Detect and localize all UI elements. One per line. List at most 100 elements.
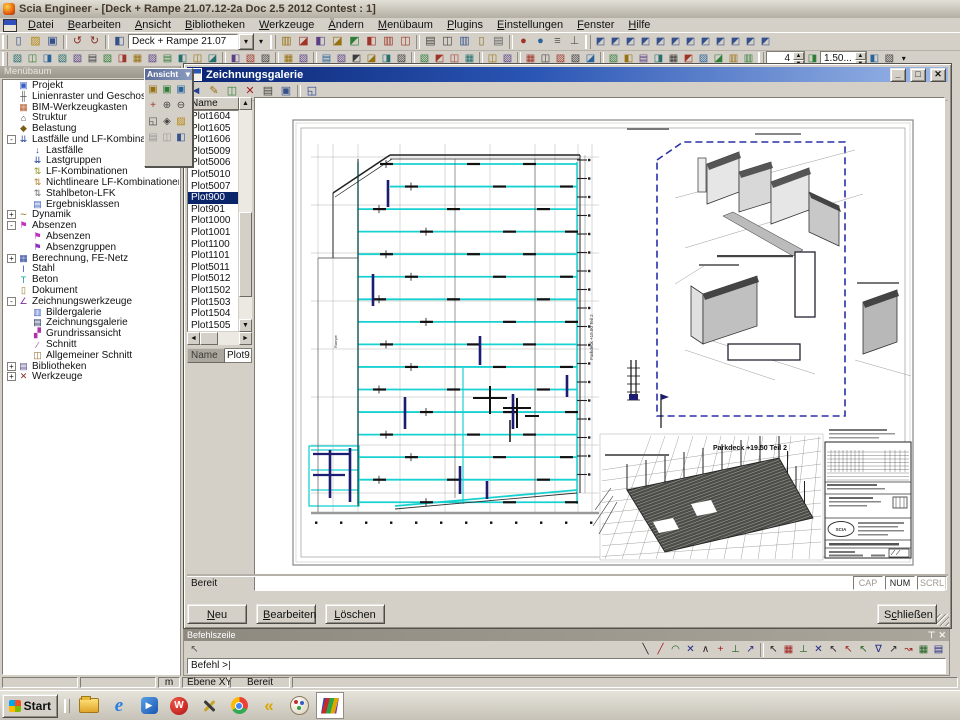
select-props-icon[interactable]: ▨ [145, 52, 160, 65]
save-icon[interactable]: ▣ [44, 34, 61, 49]
tree-item-nichtlineare-lf-kombinationen[interactable]: ⇅Nichtlineare LF-Kombinationen [3, 177, 179, 188]
snap-tangent-icon[interactable]: ⊥ [728, 643, 743, 656]
neu-button[interactable]: Neu [187, 604, 247, 624]
plot-list-vscrollbar[interactable]: ▲ ▼ [239, 97, 252, 332]
table-snap-icon[interactable]: ▤ [931, 643, 946, 656]
expand-icon[interactable]: + [7, 372, 16, 381]
select-intersect-icon[interactable]: ◨ [115, 52, 130, 65]
chrome-icon[interactable] [226, 693, 252, 718]
plot-list-item[interactable]: Plot1504 [188, 308, 238, 320]
plot-list-header[interactable]: Name [187, 97, 239, 110]
fit-2-icon[interactable]: ◩ [608, 35, 623, 48]
copy-picture-icon[interactable]: ◪ [329, 34, 346, 49]
menu-bearbeiten[interactable]: Bearbeiten [61, 18, 128, 32]
find-icon[interactable]: ● [532, 34, 549, 49]
zoom-all-icon[interactable]: ◈ [160, 113, 174, 129]
tree-item-berechnung-fe-netz[interactable]: +▦Berechnung, FE-Netz [3, 253, 179, 264]
tree-item-stahl[interactable]: IStahl [3, 264, 179, 275]
zoom-window-icon[interactable]: ◱ [146, 113, 160, 129]
snap-line-2-icon[interactable]: ↖ [841, 643, 856, 656]
command-titlebar[interactable]: Befehlszeile ⊤✕ [184, 629, 949, 641]
project-window-icon[interactable]: ◧ [111, 34, 128, 49]
plot-list-item[interactable]: Plot1503 [188, 297, 238, 309]
ansicht-palette-titlebar[interactable]: Ansicht▾ [145, 69, 192, 80]
open-view-icon[interactable]: ▨ [174, 113, 188, 129]
pin-icon[interactable]: ⊤ [928, 630, 936, 641]
fit-8-icon[interactable]: ◩ [698, 35, 713, 48]
plot-list-item[interactable]: Plot901 [188, 204, 238, 216]
axes-icon[interactable]: ≡ [549, 34, 566, 49]
fit-12-icon[interactable]: ◩ [758, 35, 773, 48]
dot-grid-icon[interactable]: ▦ [916, 643, 931, 656]
plot-list-item[interactable]: Plot1100 [188, 239, 238, 251]
plot-list-item[interactable]: Plot1604 [188, 111, 238, 123]
vscroll-thumb[interactable] [239, 212, 252, 297]
fit-11-icon[interactable]: ◩ [743, 35, 758, 48]
bearbeiten-button[interactable]: Bearbeiten [256, 604, 316, 624]
combo-dropdown-icon[interactable]: ▾ [238, 33, 254, 50]
menu-fenster[interactable]: Fenster [570, 18, 621, 32]
scroll-up-icon[interactable]: ▲ [239, 97, 252, 110]
plot-list-item[interactable]: Plot1505 [188, 320, 238, 332]
new-icon[interactable]: ▯ [10, 34, 27, 49]
plot-list-item[interactable]: Plot5009 [188, 146, 238, 158]
grid-snap-icon[interactable]: ▦ [781, 643, 796, 656]
zoom-in-icon[interactable]: ⊕ [160, 97, 174, 113]
snap-midpoint-icon[interactable]: ╱ [653, 643, 668, 656]
quick-arrows-icon[interactable]: « [256, 693, 282, 718]
fit-4-icon[interactable]: ◩ [638, 35, 653, 48]
close-window-button[interactable]: ✕ [930, 68, 946, 82]
collapse-icon[interactable]: - [7, 297, 16, 306]
tree-item-schnitt[interactable]: ∕Schnitt [3, 339, 179, 350]
menu-ndern[interactable]: Ändern [321, 18, 370, 32]
select-zone-icon[interactable]: ▤ [160, 52, 175, 65]
tree-item-absenzgruppen[interactable]: ⚑Absenzgruppen [3, 242, 179, 253]
select-filter-icon[interactable]: ▤ [85, 52, 100, 65]
command-input[interactable]: Befehl > [187, 658, 946, 674]
fit-3-icon[interactable]: ◩ [623, 35, 638, 48]
select-poly-icon[interactable]: ▧ [55, 52, 70, 65]
select-node-icon[interactable]: ▧ [10, 52, 25, 65]
scroll-down-icon[interactable]: ▼ [239, 319, 252, 332]
fit-1-icon[interactable]: ◩ [593, 35, 608, 48]
snap-line-3-icon[interactable]: ↖ [856, 643, 871, 656]
copy-view-icon[interactable]: ◫ [160, 129, 174, 145]
snap-vertex-icon[interactable]: ∧ [698, 643, 713, 656]
hscroll-thumb[interactable] [200, 332, 218, 345]
frames-icon[interactable]: ◫ [397, 34, 414, 49]
plot-list-item[interactable]: Plot1605 [188, 123, 238, 135]
plot-list-item[interactable]: Plot5007 [188, 181, 238, 193]
fit-10-icon[interactable]: ◩ [728, 35, 743, 48]
plot-list-item[interactable]: Plot5011 [188, 262, 238, 274]
plot-list-item[interactable]: Plot1001 [188, 227, 238, 239]
snap-endpoint-icon[interactable]: ╲ [638, 643, 653, 656]
plot-list-item[interactable]: Plot900 [188, 192, 238, 204]
tree-item-werkzeuge[interactable]: +✕Werkzeuge [3, 372, 179, 383]
fit-5-icon[interactable]: ◩ [653, 35, 668, 48]
project-combo[interactable]: Deck + Rampe 21.07 [128, 34, 238, 49]
snap-line-5-icon[interactable]: ↗ [886, 643, 901, 656]
tree-item-lf-kombinationen[interactable]: ⇅LF-Kombinationen [3, 166, 179, 177]
ortho-snap-icon[interactable]: ⊥ [796, 643, 811, 656]
scia-hand-icon[interactable]: W [166, 693, 192, 718]
image-gallery-icon[interactable]: ▥ [456, 34, 473, 49]
chevron-down-icon[interactable]: ▾ [186, 69, 190, 80]
plot-list-hscrollbar[interactable]: ◄ ► [187, 332, 252, 345]
menu-plugins[interactable]: Plugins [440, 18, 490, 32]
cursor-select-icon[interactable]: ↖ [187, 643, 202, 656]
menu-werkzeuge[interactable]: Werkzeuge [252, 18, 321, 32]
undo-icon[interactable]: ↺ [69, 34, 86, 49]
render-icon[interactable]: ◧ [312, 34, 329, 49]
print-preview-icon[interactable]: ◫ [439, 34, 456, 49]
menu-ansicht[interactable]: Ansicht [128, 18, 178, 32]
zoom-out-icon[interactable]: ⊖ [174, 97, 188, 113]
tree-item-zeichnungsgalerie[interactable]: ▤Zeichnungsgalerie [3, 318, 179, 329]
tree-item-dokument[interactable]: ▯Dokument [3, 285, 179, 296]
snap-line-1-icon[interactable]: ↖ [826, 643, 841, 656]
tree-item-grundrissansicht[interactable]: ▞Grundrissansicht [3, 328, 179, 339]
expand-icon[interactable]: + [7, 362, 16, 371]
report-icon[interactable]: ▤ [490, 34, 507, 49]
tree-item-beton[interactable]: TBeton [3, 274, 179, 285]
hatch-icon[interactable]: ◧ [363, 34, 380, 49]
mdi-document-icon[interactable] [3, 19, 17, 32]
